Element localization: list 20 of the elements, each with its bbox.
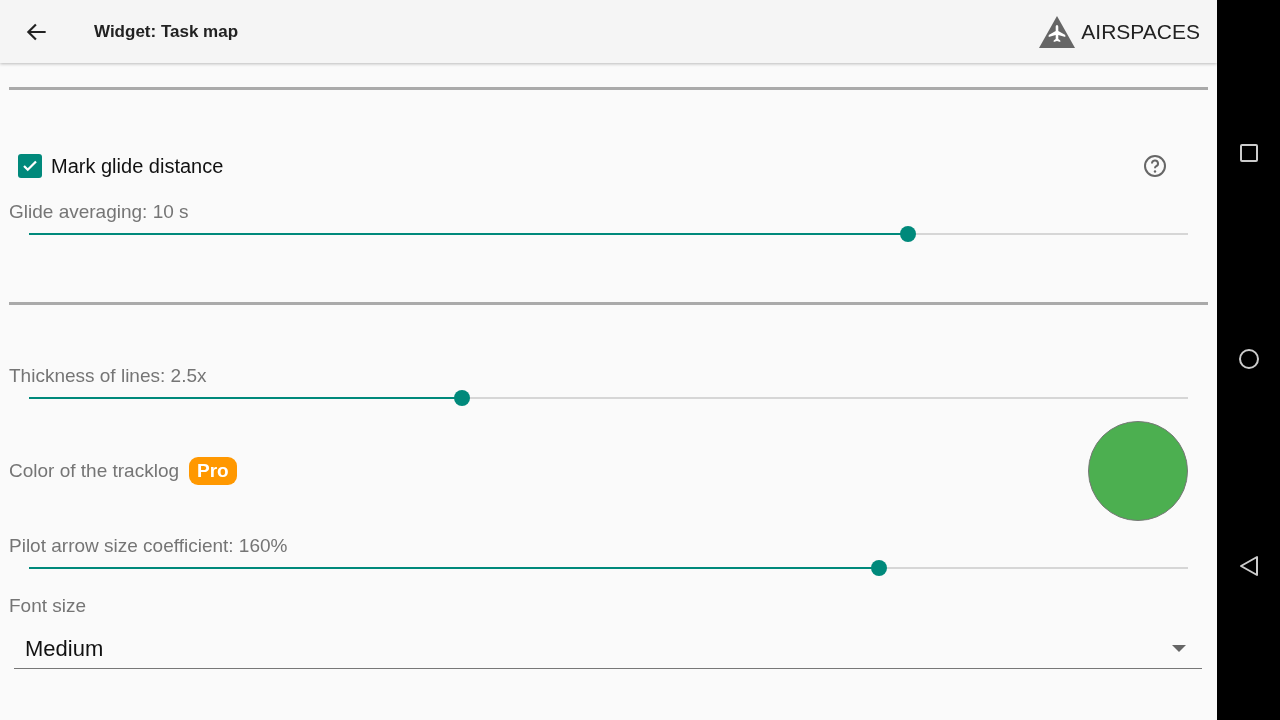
pro-badge: Pro <box>189 457 237 485</box>
plane-triangle-icon <box>1039 15 1076 48</box>
slider-thumb[interactable] <box>870 560 887 576</box>
back-nav-button[interactable] <box>1238 555 1259 578</box>
logo-text: AIRSPACES <box>1081 19 1200 44</box>
setting-label: Color of the tracklog <box>9 460 180 482</box>
slider-thumb[interactable] <box>454 390 471 406</box>
checkbox[interactable] <box>18 154 42 178</box>
font-size-dropdown[interactable]: Medium <box>14 629 1202 669</box>
setting-label: Thickness of lines: 2.5x <box>9 364 207 388</box>
checkbox-label[interactable]: Mark glide distance <box>51 154 224 178</box>
caret-icon <box>1172 645 1186 652</box>
help-icon[interactable] <box>1143 154 1167 178</box>
slider-thumb[interactable] <box>899 226 916 242</box>
home-button[interactable] <box>1237 348 1260 370</box>
setting-label: Glide averaging: 10 s <box>9 200 189 224</box>
screen-title: Widget: Task map <box>94 21 239 42</box>
setting-label: Font size <box>9 594 87 618</box>
setting-label: Pilot arrow size coefficient: 160% <box>9 534 288 558</box>
recents-button[interactable] <box>1238 142 1259 163</box>
